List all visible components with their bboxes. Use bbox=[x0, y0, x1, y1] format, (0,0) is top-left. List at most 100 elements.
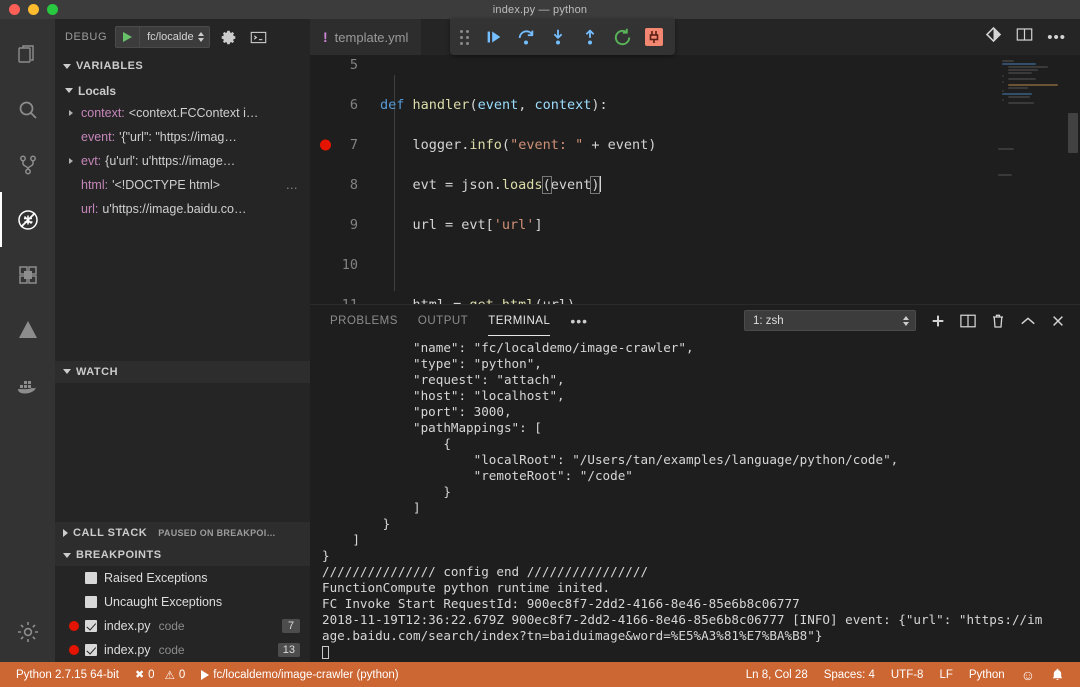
step-out-icon[interactable] bbox=[575, 22, 605, 52]
code-line-8[interactable]: 8 evt = json.loads(event) bbox=[310, 175, 996, 195]
chevron-updown-icon[interactable] bbox=[198, 32, 209, 42]
variable-value: u'https://image.baidu.co… bbox=[102, 202, 246, 216]
variables-scope-locals[interactable]: Locals bbox=[55, 80, 310, 101]
breakpoint-dot-icon bbox=[69, 645, 79, 655]
breakpoint-glyph-icon[interactable] bbox=[320, 140, 331, 151]
variable-value: '<!DOCTYPE html> bbox=[112, 178, 220, 192]
chevron-right-icon[interactable] bbox=[69, 110, 81, 116]
activity-debug-icon[interactable] bbox=[0, 192, 55, 247]
new-terminal-icon[interactable] bbox=[929, 312, 946, 329]
line-number: 7 bbox=[310, 135, 372, 155]
activity-explorer-icon[interactable] bbox=[0, 27, 55, 82]
chevron-right-icon[interactable] bbox=[69, 158, 81, 164]
code-line-7[interactable]: 7 logger.info("event: " + event) bbox=[310, 135, 996, 155]
activity-docker-icon[interactable] bbox=[0, 357, 55, 412]
status-indentation[interactable]: Spaces: 4 bbox=[816, 662, 883, 687]
status-python-version[interactable]: Python 2.7.15 64-bit bbox=[8, 662, 127, 687]
breakpoint-row-raised-exceptions[interactable]: Raised Exceptions bbox=[55, 566, 310, 590]
code-pane[interactable]: 5 6def handler(event, context): 7 logger… bbox=[310, 55, 996, 304]
status-errors-warnings[interactable]: ✖ 0 ⚠ 0 bbox=[127, 662, 193, 687]
error-circle-icon: ✖ bbox=[135, 668, 144, 681]
close-panel-icon[interactable] bbox=[1049, 312, 1066, 329]
debug-toolbar: DEBUG fc/localde bbox=[55, 19, 310, 55]
call-stack-section-header[interactable]: CALL STACK PAUSED ON BREAKPOI… bbox=[55, 522, 310, 544]
line-number: 10 bbox=[310, 255, 372, 275]
status-encoding[interactable]: UTF-8 bbox=[883, 662, 932, 687]
tab-output[interactable]: OUTPUT bbox=[418, 305, 468, 336]
editor-tab-template-yml[interactable]: ! template.yml bbox=[310, 19, 421, 55]
tab-problems[interactable]: PROBLEMS bbox=[330, 305, 398, 336]
code-line-5[interactable]: 5 bbox=[310, 55, 996, 75]
scrollbar-thumb[interactable] bbox=[1068, 113, 1078, 153]
run-icon bbox=[201, 670, 209, 680]
variable-row-html[interactable]: html: '<!DOCTYPE html> … bbox=[55, 173, 310, 197]
variable-value: <context.FCContext i… bbox=[129, 106, 259, 120]
activity-extensions-icon[interactable] bbox=[0, 247, 55, 302]
split-terminal-icon[interactable] bbox=[959, 312, 976, 329]
more-actions-icon[interactable]: ••• bbox=[1047, 29, 1066, 46]
status-line-endings[interactable]: LF bbox=[931, 662, 960, 687]
status-bar: Python 2.7.15 64-bit ✖ 0 ⚠ 0 fc/localdem… bbox=[0, 662, 1080, 687]
panel-more-tabs-icon[interactable]: ••• bbox=[570, 305, 588, 336]
breakpoint-checkbox[interactable] bbox=[85, 644, 97, 656]
drag-handle-icon[interactable] bbox=[456, 30, 477, 45]
variable-name: event: bbox=[81, 130, 115, 144]
variable-row-url[interactable]: url: u'https://image.baidu.co… bbox=[55, 197, 310, 221]
source-code[interactable]: 5 6def handler(event, context): 7 logger… bbox=[310, 55, 996, 304]
watch-body[interactable] bbox=[55, 383, 310, 523]
vscode-window: index.py — python bbox=[0, 0, 1080, 687]
breakpoint-row-index-7[interactable]: index.py code 7 bbox=[55, 614, 310, 638]
code-line-6[interactable]: 6def handler(event, context): bbox=[310, 95, 996, 115]
breakpoint-checkbox[interactable] bbox=[85, 572, 97, 584]
split-diff-icon[interactable] bbox=[985, 26, 1002, 48]
step-into-icon[interactable] bbox=[543, 22, 573, 52]
terminal-view[interactable]: "name": "fc/localdemo/image-crawler", "t… bbox=[310, 336, 1080, 662]
step-over-icon[interactable] bbox=[511, 22, 541, 52]
maximize-panel-icon[interactable] bbox=[1019, 312, 1036, 329]
watch-section-header[interactable]: WATCH bbox=[55, 361, 310, 383]
breakpoint-row-uncaught-exceptions[interactable]: Uncaught Exceptions bbox=[55, 590, 310, 614]
status-cursor-position[interactable]: Ln 8, Col 28 bbox=[738, 662, 816, 687]
kill-terminal-icon[interactable] bbox=[989, 312, 1006, 329]
split-editor-icon[interactable] bbox=[1016, 27, 1033, 47]
debug-sidebar: DEBUG fc/localde bbox=[55, 19, 310, 662]
breakpoint-checkbox[interactable] bbox=[85, 620, 97, 632]
continue-icon[interactable] bbox=[479, 22, 509, 52]
activity-source-control-icon[interactable] bbox=[0, 137, 55, 192]
code-line-9[interactable]: 9 url = evt['url'] bbox=[310, 215, 996, 235]
chevron-updown-icon[interactable] bbox=[903, 316, 910, 326]
error-count: 0 bbox=[148, 669, 154, 681]
breakpoint-checkbox[interactable] bbox=[85, 596, 97, 608]
notifications-bell-icon[interactable] bbox=[1043, 662, 1072, 687]
breakpoint-file: index.py bbox=[104, 619, 151, 633]
feedback-smiley-icon[interactable]: ☺ bbox=[1013, 662, 1043, 687]
status-language-mode[interactable]: Python bbox=[961, 662, 1013, 687]
variables-section-header[interactable]: VARIABLES bbox=[55, 55, 310, 77]
debug-configuration-selector[interactable]: fc/localde bbox=[115, 26, 209, 48]
code-line-10[interactable]: 10 bbox=[310, 255, 996, 275]
activity-search-icon[interactable] bbox=[0, 82, 55, 137]
breakpoint-label: Raised Exceptions bbox=[104, 571, 208, 585]
debug-floating-toolbar[interactable] bbox=[450, 19, 675, 55]
status-debug-target[interactable]: fc/localdemo/image-crawler (python) bbox=[193, 662, 406, 687]
breakpoint-row-index-13[interactable]: index.py code 13 bbox=[55, 638, 310, 662]
activity-settings-gear-icon[interactable] bbox=[0, 607, 55, 662]
scope-label: Locals bbox=[78, 84, 116, 98]
restart-icon[interactable] bbox=[607, 22, 637, 52]
breakpoints-section-header[interactable]: BREAKPOINTS bbox=[55, 544, 310, 566]
start-debug-play-icon[interactable] bbox=[123, 32, 132, 42]
debug-settings-gear-icon[interactable] bbox=[218, 26, 240, 48]
variables-tree[interactable]: Locals context: <context.FCContext i… ev… bbox=[55, 77, 310, 361]
variable-row-context[interactable]: context: <context.FCContext i… bbox=[55, 101, 310, 125]
editor-vertical-scrollbar[interactable] bbox=[1066, 55, 1080, 304]
tab-terminal[interactable]: TERMINAL bbox=[488, 305, 550, 336]
terminal-selector[interactable]: 1: zsh bbox=[744, 310, 916, 331]
debug-console-icon[interactable] bbox=[248, 26, 270, 48]
activity-azure-icon[interactable] bbox=[0, 302, 55, 357]
variable-row-evt[interactable]: evt: {u'url': u'https://image… bbox=[55, 149, 310, 173]
editor-minimap[interactable] bbox=[996, 55, 1066, 304]
variable-row-event[interactable]: event: '{"url": "https://imag… bbox=[55, 125, 310, 149]
code-line-11[interactable]: 11 html = get_html(url) bbox=[310, 295, 996, 304]
editor-area[interactable]: 5 6def handler(event, context): 7 logger… bbox=[310, 55, 1080, 304]
disconnect-icon[interactable] bbox=[639, 22, 669, 52]
